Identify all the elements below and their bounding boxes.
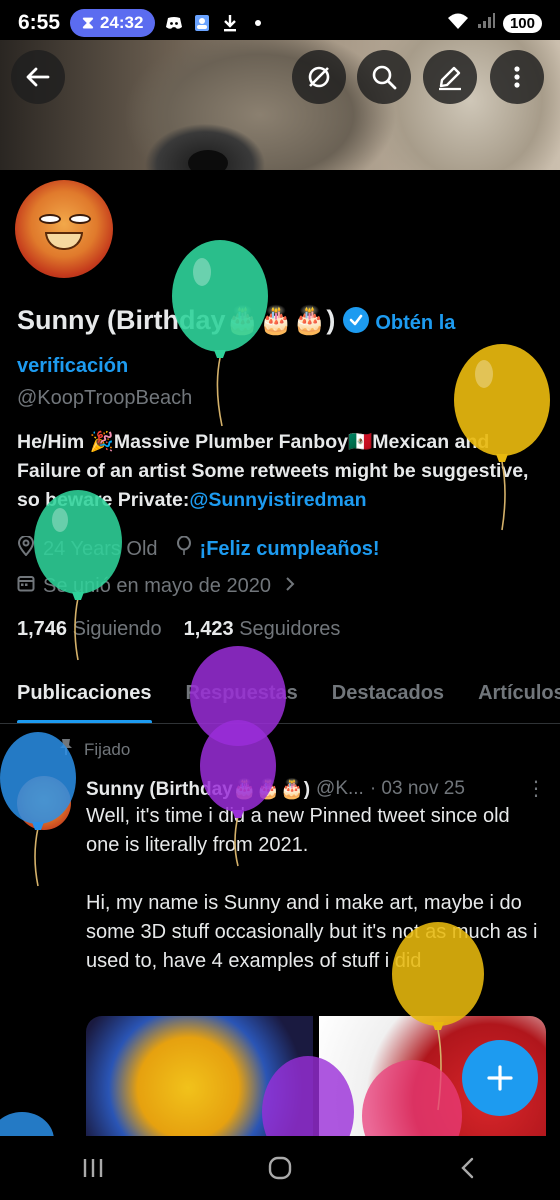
chevron-left-icon — [460, 1157, 473, 1179]
avatar-image — [15, 180, 113, 278]
balloon-icon — [176, 535, 192, 562]
status-clock: 6:55 — [18, 11, 61, 34]
timer-pill: ⧗ 24:32 — [70, 9, 156, 37]
circle-slash-icon — [308, 66, 330, 88]
recent-apps-icon — [84, 1159, 103, 1177]
avatar-eye-left — [39, 214, 61, 224]
tweet-text[interactable]: Well, it's time i did a new Pinned tweet… — [86, 802, 541, 976]
follow-counts: 1,746 Siguiendo 1,423 Seguidores — [17, 618, 340, 641]
download-icon — [221, 14, 239, 32]
hourglass-icon: ⧗ — [82, 13, 94, 32]
signal-icon — [477, 12, 495, 34]
profile-handle: @KoopTroopBeach — [17, 387, 193, 409]
avatar-mouth — [45, 232, 83, 250]
home-button[interactable] — [250, 1148, 310, 1188]
calendar-icon — [17, 574, 35, 598]
balloon-decoration — [0, 1112, 54, 1136]
profile-tabs: Publicaciones Respuestas Destacados Artí… — [0, 668, 560, 724]
recent-apps-button[interactable] — [63, 1148, 123, 1188]
profile-banner[interactable] — [0, 40, 560, 170]
location-pin-icon — [17, 535, 35, 562]
followers-count: 1,423 — [183, 618, 234, 640]
discord-icon — [165, 14, 183, 32]
search-icon — [372, 65, 397, 90]
grok-button[interactable] — [292, 50, 346, 104]
joined-date: Se unió en mayo de 2020 — [43, 574, 271, 597]
dot-icon — [249, 14, 267, 32]
system-navigation-bar — [0, 1136, 560, 1200]
edit-button[interactable] — [423, 50, 477, 104]
profile-age: 24 Years Old — [43, 537, 158, 560]
followers-link[interactable]: 1,423 Seguidores — [184, 618, 341, 641]
arrow-left-icon — [26, 67, 50, 87]
tweet-author-avatar[interactable] — [17, 776, 71, 830]
following-link[interactable]: 1,746 Siguiendo — [17, 618, 162, 641]
avatar-eye-right — [69, 214, 91, 224]
pinned-indicator: Fijado — [58, 738, 130, 761]
tab-publicaciones[interactable]: Publicaciones — [17, 668, 152, 723]
more-vertical-icon — [514, 66, 520, 88]
chevron-right-icon — [285, 575, 295, 598]
plus-icon — [487, 1065, 513, 1091]
timer-value: 24:32 — [99, 13, 144, 32]
status-bar: 6:55 ⧗ 24:32 100 — [0, 0, 560, 46]
tweet-more-icon[interactable]: ⋮ — [526, 776, 546, 801]
birthday-link[interactable]: ¡Feliz cumpleaños! — [200, 538, 380, 561]
profile-avatar[interactable] — [11, 176, 117, 282]
tweet-media-image-1[interactable] — [86, 1016, 313, 1136]
tweet-date: · 03 nov 25 — [369, 777, 465, 799]
pin-icon — [58, 738, 74, 761]
following-label: Siguiendo — [72, 618, 162, 640]
profile-name: Sunny (Birthday🎂🎂🎂) — [17, 305, 336, 335]
tab-destacados[interactable]: Destacados — [332, 668, 444, 723]
profile-name-row: Sunny (Birthday🎂🎂🎂) Obtén la verificación — [17, 300, 547, 386]
home-icon — [268, 1156, 292, 1180]
more-options-button[interactable] — [490, 50, 544, 104]
app-notification-icon — [193, 14, 211, 32]
following-count: 1,746 — [17, 618, 68, 640]
bio-mention-link[interactable]: @Sunnyistiredman — [189, 489, 366, 511]
wifi-icon — [447, 12, 469, 35]
profile-bio: He/Him 🎉Massive Plumber Fanboy🇲🇽Mexican … — [17, 428, 545, 515]
pencil-icon — [439, 66, 461, 91]
compose-button[interactable] — [462, 1040, 538, 1116]
tab-articulos[interactable]: Artículos — [478, 668, 560, 723]
tweet-header: Sunny (Birthday🎂🎂🎂) @K... · 03 nov 25 ⋮ — [86, 776, 546, 801]
tweet-author-handle: @K... — [316, 777, 364, 799]
tweet-author-name[interactable]: Sunny (Birthday🎂🎂🎂) — [86, 777, 310, 801]
back-button[interactable] — [11, 50, 65, 104]
back-nav-button[interactable] — [437, 1148, 497, 1188]
profile-meta-row: 24 Years Old ¡Feliz cumpleaños! — [17, 535, 380, 562]
verified-badge-icon[interactable] — [343, 306, 370, 333]
battery-indicator: 100 — [502, 13, 542, 33]
pinned-label: Fijado — [84, 739, 131, 759]
banner-dog-eye — [188, 150, 228, 170]
joined-row[interactable]: Se unió en mayo de 2020 — [17, 574, 295, 598]
tab-respuestas[interactable]: Respuestas — [186, 668, 298, 723]
search-button[interactable] — [357, 50, 411, 104]
followers-label: Seguidores — [239, 618, 341, 640]
